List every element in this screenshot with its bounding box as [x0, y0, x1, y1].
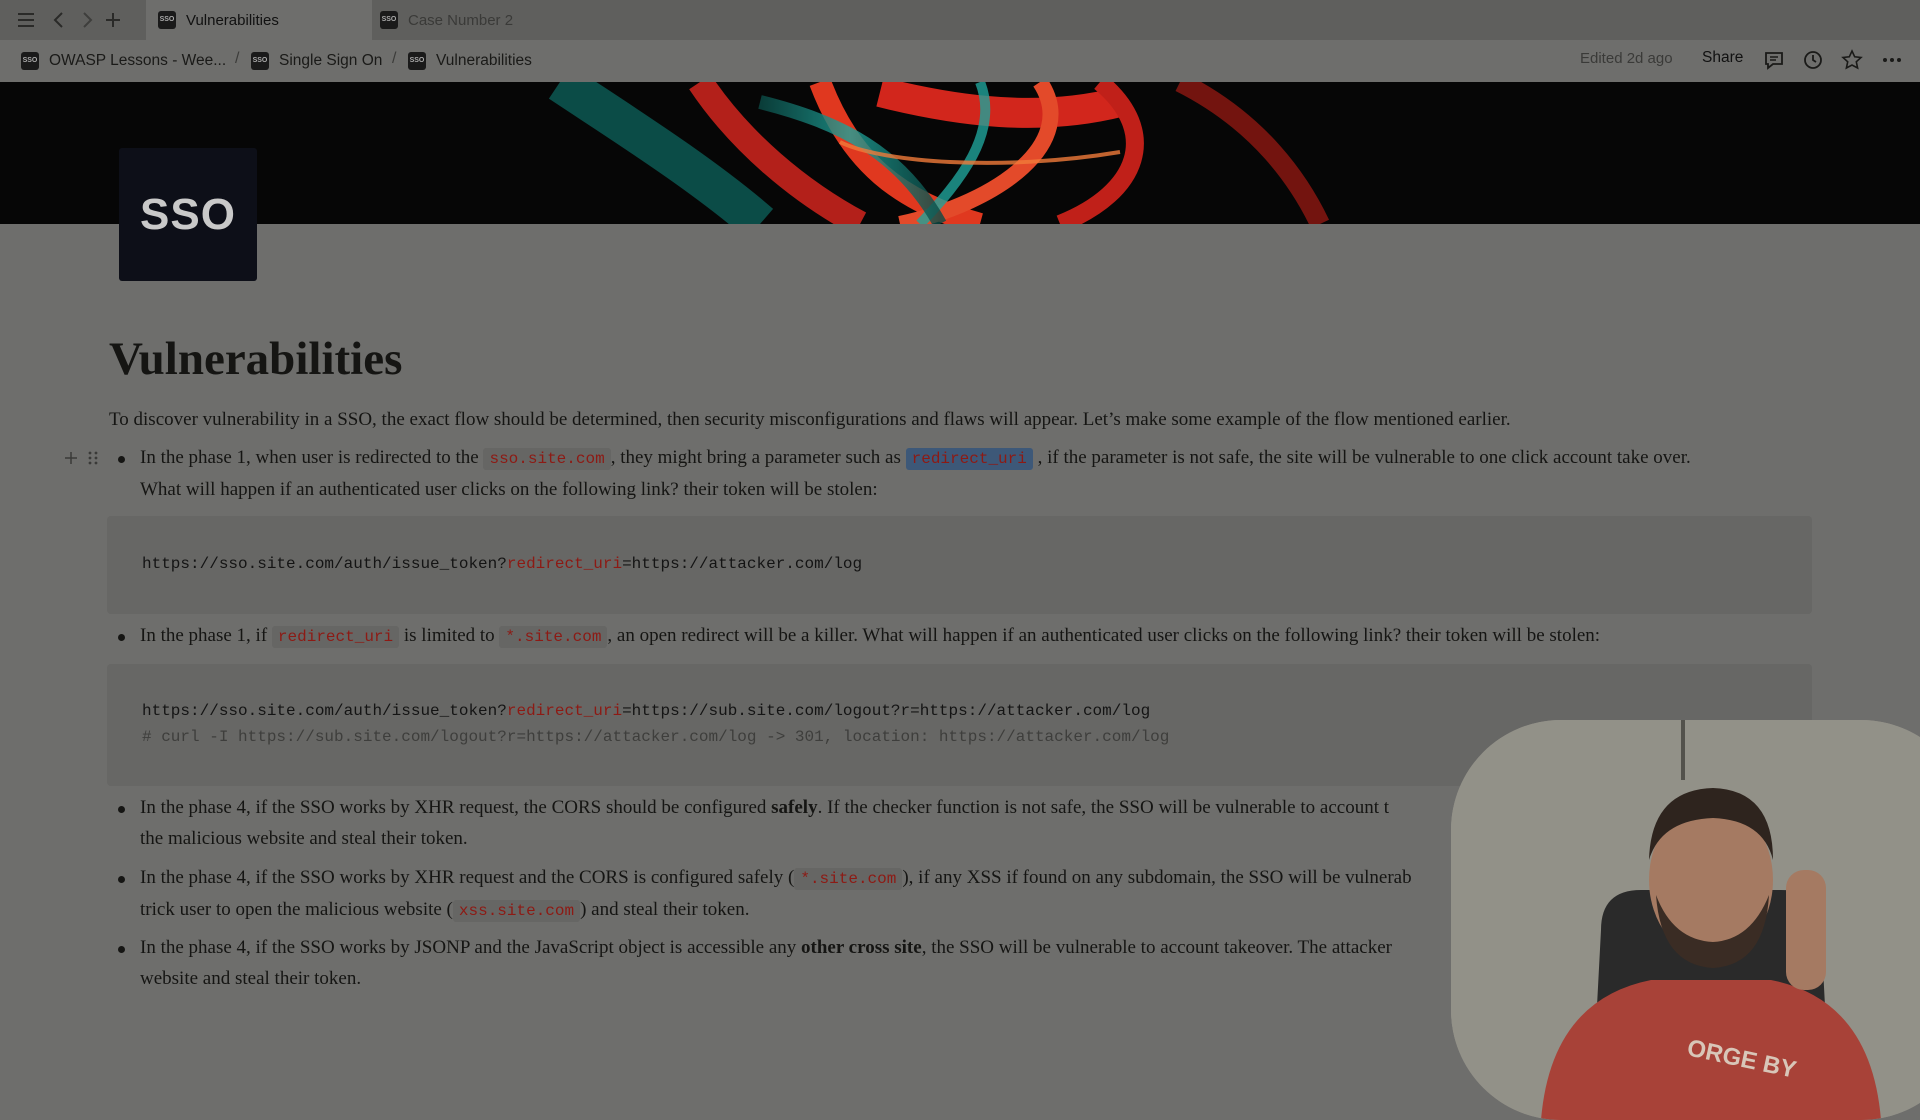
code-comment: # curl -I https://sub.site.com/logout?r=… — [142, 728, 1170, 746]
inline-code: *.site.com — [794, 868, 903, 890]
history-icon[interactable] — [1801, 48, 1825, 72]
page-icon[interactable]: SSO — [119, 148, 257, 281]
list-item-text: In the phase 4, if the SSO works by XHR … — [140, 867, 795, 888]
presenter-video-icon: ORGE BY — [1451, 720, 1920, 1120]
add-block-icon[interactable] — [63, 450, 79, 466]
bullet-dot — [118, 806, 125, 813]
star-icon[interactable] — [1840, 48, 1864, 72]
breadcrumb-item-single-sign-on[interactable]: SSO Single Sign On — [251, 50, 382, 72]
list-item-text: In the phase 4, if the SSO works by XHR … — [140, 797, 767, 818]
list-item-text: ), if any XSS if found on any subdomain,… — [902, 867, 1412, 888]
list-item: In the phase 4, if the SSO works by JSON… — [140, 933, 1460, 994]
bullet-dot — [118, 946, 125, 953]
forward-icon[interactable] — [75, 8, 99, 32]
breadcrumb-label: Single Sign On — [279, 52, 383, 69]
code-keyword: redirect_uri — [506, 555, 623, 573]
list-item-text: is limited to — [403, 625, 495, 646]
bold-text: other cross site — [801, 937, 922, 958]
list-item: In the phase 4, if the SSO works by XHR … — [140, 863, 1460, 926]
bold-text: safely — [771, 797, 818, 818]
list-item-text: , an open redirect will be a killer. Wha… — [607, 625, 1601, 646]
comments-icon[interactable] — [1762, 48, 1786, 72]
webcam-overlay: ORGE BY — [1451, 720, 1920, 1120]
list-item-text: , they might bring a parameter such as — [610, 447, 901, 468]
tab-case-number-2[interactable]: SSO Case Number 2 — [368, 0, 590, 40]
list-item-text: ) and steal their token. — [580, 898, 750, 920]
back-icon[interactable] — [47, 8, 71, 32]
bullet-dot — [118, 634, 125, 641]
sidebar-menu-icon[interactable] — [14, 8, 38, 32]
page-title: Vulnerabilities — [109, 333, 403, 385]
bullet-dot — [118, 456, 125, 463]
code-line: https://sso.site.com/auth/issue_token?re… — [142, 702, 1150, 720]
list-item-text: website and steal their token. — [140, 967, 362, 989]
bullet-dot — [118, 876, 125, 883]
code-line: https://sso.site.com/auth/issue_token?re… — [142, 555, 862, 573]
tab-label: Case Number 2 — [408, 11, 514, 29]
breadcrumb-item-vulnerabilities[interactable]: SSO Vulnerabilities — [408, 50, 532, 72]
inline-code: sso.site.com — [483, 448, 611, 470]
breadcrumb-label: OWASP Lessons - Wee... — [49, 52, 227, 69]
inline-code-selected[interactable]: redirect_uri — [905, 448, 1033, 470]
page-favicon: SSO — [251, 52, 269, 70]
list-item-text: In the phase 4, if the SSO works by JSON… — [140, 937, 797, 958]
page-favicon: SSO — [21, 52, 39, 70]
intro-paragraph: To discover vulnerability in a SSO, the … — [109, 409, 1511, 430]
list-item-text: . If the checker function is not safe, t… — [817, 797, 1390, 818]
list-item: In the phase 1, when user is redirected … — [140, 443, 1880, 505]
more-icon[interactable] — [1880, 48, 1904, 72]
code-keyword: redirect_uri — [506, 702, 623, 720]
tab-favicon: SSO — [380, 11, 398, 29]
inline-code: xss.site.com — [452, 899, 581, 922]
share-button[interactable]: Share — [1702, 49, 1743, 67]
page-favicon: SSO — [408, 52, 426, 70]
code-text: =https://attacker.com/log — [622, 555, 863, 573]
code-text: https://sso.site.com/auth/issue_token? — [142, 555, 507, 573]
list-item-text: trick user to open the malicious website… — [140, 898, 453, 920]
list-item-text: , the SSO will be vulnerable to account … — [921, 937, 1392, 958]
list-item-text: , if the parameter is not safe, the site… — [1037, 447, 1691, 468]
cover-image — [0, 82, 1920, 224]
list-item: In the phase 4, if the SSO works by XHR … — [140, 793, 1460, 854]
tab-favicon: SSO — [158, 11, 176, 29]
breadcrumb-separator: / — [235, 50, 240, 67]
breadcrumb-separator: / — [392, 50, 397, 67]
code-text: =https://sub.site.com/logout?r=https://a… — [622, 702, 1151, 720]
inline-code: *.site.com — [499, 626, 608, 648]
edited-timestamp: Edited 2d ago — [1580, 50, 1673, 67]
breadcrumb-label: Vulnerabilities — [436, 52, 532, 69]
list-item-text: In the phase 1, if — [140, 625, 268, 646]
list-item-text: In the phase 1, when user is redirected … — [140, 447, 479, 468]
code-text: https://sso.site.com/auth/issue_token? — [142, 702, 507, 720]
list-item: In the phase 1, if redirect_uri is limit… — [140, 621, 1880, 653]
new-tab-icon[interactable] — [101, 8, 125, 32]
list-item-text: What will happen if an authenticated use… — [140, 478, 878, 500]
drag-handle-icon[interactable] — [87, 450, 99, 466]
list-item-text: the malicious website and steal their to… — [140, 827, 468, 849]
tab-vulnerabilities[interactable]: SSO Vulnerabilities — [146, 0, 372, 40]
breadcrumb-item-owasp-lessons[interactable]: SSO OWASP Lessons - Wee... — [21, 50, 226, 72]
tab-label: Vulnerabilities — [186, 11, 279, 29]
inline-code: redirect_uri — [271, 626, 400, 648]
